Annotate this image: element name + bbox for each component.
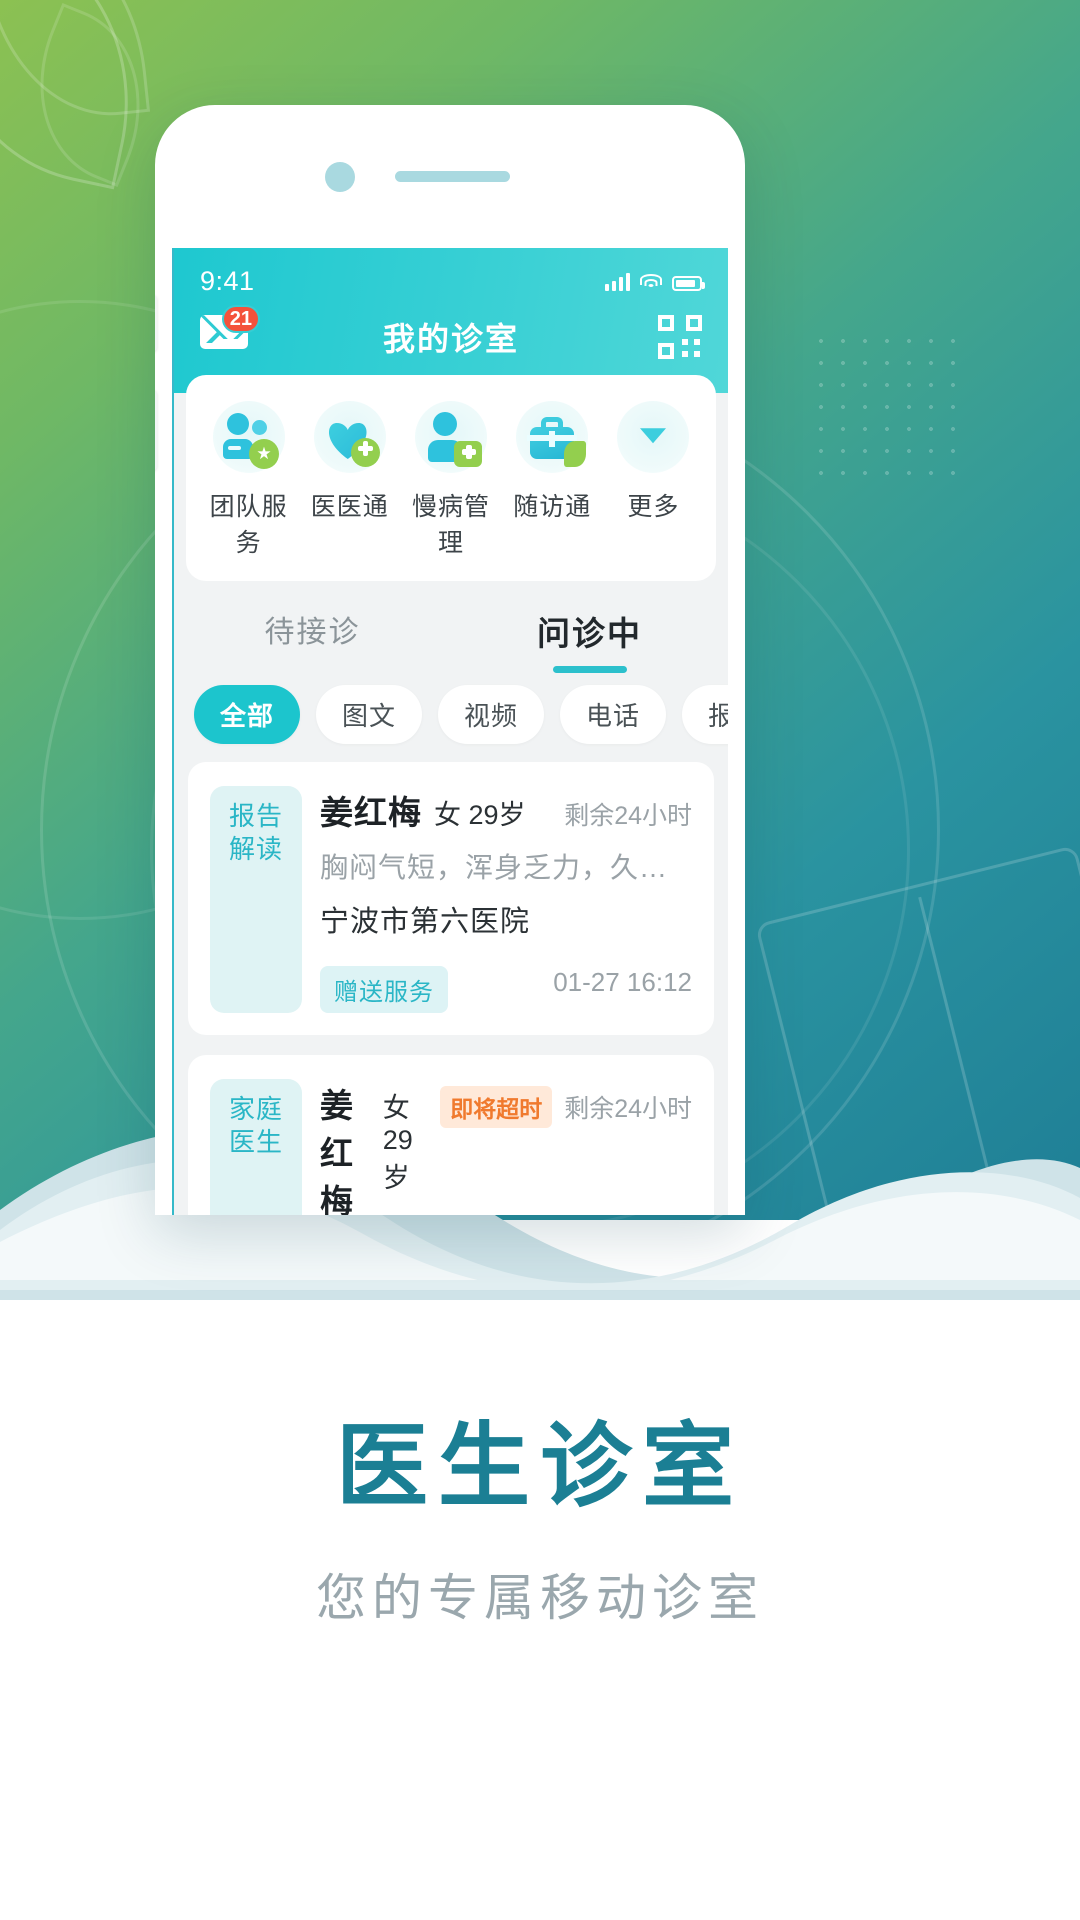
gift-service-badge: 赠送服务 [320, 966, 448, 1013]
consult-card[interactable]: 报告 解读 姜红梅 女 29岁 剩余24小时 胸闷气短，浑身乏力，久治不愈，长.… [188, 762, 714, 1035]
quick-actions-card: ★ 团队服务 医医通 慢病管理 随访通 更多 [186, 375, 716, 581]
filter-chip-report[interactable]: 报告 [682, 685, 728, 744]
consult-card-body: 姜红梅 女 29岁 即将超时 剩余24小时 22-05-04 15:00 20分… [320, 1079, 692, 1215]
symptom-text: 胸闷气短，浑身乏力，久治不愈，长... [320, 852, 692, 883]
speaker-grille [395, 171, 510, 182]
consult-tabs: 待接诊 问诊中 [174, 581, 728, 673]
tab-active-indicator [552, 666, 627, 673]
tab-pending[interactable]: 待接诊 [174, 607, 451, 673]
tag-line: 家庭 [228, 1094, 283, 1124]
app-screen: 9:41 21 我的诊室 ★ 团队服务 医医通 慢病管理 随访通 更多 待接诊 … [172, 248, 728, 1215]
quick-action-yiyitong[interactable]: 医医通 [299, 401, 400, 559]
signal-bars-icon [605, 272, 630, 291]
quick-action-more[interactable]: 更多 [603, 401, 704, 559]
tab-label: 问诊中 [537, 615, 642, 652]
app-header: 9:41 21 我的诊室 [174, 248, 728, 393]
quick-action-label: 随访通 [513, 493, 592, 521]
phone-mockup: 9:41 21 我的诊室 ★ 团队服务 医医通 慢病管理 随访通 更多 待接诊 … [155, 105, 745, 1215]
filter-chip-phone[interactable]: 电话 [560, 685, 667, 744]
medical-kit-icon [516, 401, 589, 473]
tab-in-consult[interactable]: 问诊中 [451, 607, 728, 673]
timestamp: 01-27 16:12 [553, 967, 692, 997]
quick-action-label: 医医通 [310, 493, 389, 521]
mail-button[interactable]: 21 [200, 305, 260, 359]
status-time: 9:41 [200, 266, 255, 296]
patient-row: 姜红梅 女 29岁 剩余24小时 [320, 786, 692, 834]
heart-plus-icon [313, 401, 386, 473]
patient-meta: 女 29岁 [382, 1093, 413, 1193]
consult-type-tag: 家庭 医生 [210, 1079, 302, 1215]
chronic-care-icon [415, 401, 487, 473]
patient-name: 姜红梅 [320, 794, 422, 831]
consult-card[interactable]: 家庭 医生 姜红梅 女 29岁 即将超时 剩余24小时 22-05-04 15:… [188, 1055, 714, 1215]
remaining-time: 剩余24小时 [564, 1095, 692, 1123]
qr-code-icon[interactable] [658, 315, 702, 359]
card-footer: 赠送服务 01-27 16:12 [320, 952, 692, 1013]
navigation-bar: 21 我的诊室 [174, 303, 728, 365]
consult-card-body: 姜红梅 女 29岁 剩余24小时 胸闷气短，浑身乏力，久治不愈，长... 宁波市… [320, 786, 692, 1013]
status-icons [605, 272, 705, 291]
patient-row: 姜红梅 女 29岁 即将超时 剩余24小时 [320, 1079, 692, 1215]
quick-action-chronic-care[interactable]: 慢病管理 [400, 401, 501, 559]
hospital-name: 宁波市第六医院 [320, 906, 531, 938]
phone-side-button [155, 390, 157, 470]
wifi-icon [640, 273, 662, 291]
consult-type-tag: 报告 解读 [210, 786, 302, 1013]
patient-name: 姜红梅 [320, 1087, 354, 1215]
camera-dot [325, 162, 355, 192]
status-badge: 即将超时 [440, 1086, 553, 1128]
status-bar: 9:41 [174, 248, 728, 303]
promo-title: 医生诊室 [335, 1415, 744, 1518]
filter-chips: 全部 图文 视频 电话 报告 专科 [174, 673, 728, 762]
promo-subtitle: 您的专属移动诊室 [316, 1570, 764, 1626]
chevron-down-icon [617, 401, 690, 473]
consult-list: 报告 解读 姜红梅 女 29岁 剩余24小时 胸闷气短，浑身乏力，久治不愈，长.… [174, 762, 728, 1215]
filter-chip-all[interactable]: 全部 [194, 685, 301, 744]
battery-icon [672, 275, 705, 291]
patient-meta: 女 29岁 [434, 800, 526, 830]
tag-line: 解读 [228, 833, 283, 864]
promo-block: 医生诊室 您的专属移动诊室 [0, 1415, 1080, 1630]
tab-label: 待接诊 [264, 616, 361, 649]
quick-action-label: 慢病管理 [412, 493, 491, 557]
phone-side-button [155, 295, 157, 351]
quick-action-followup[interactable]: 随访通 [502, 401, 603, 559]
phone-notch [155, 162, 745, 192]
dot-grid-pattern [810, 330, 960, 480]
mail-badge: 21 [221, 305, 260, 333]
quick-action-team-service[interactable]: ★ 团队服务 [198, 401, 299, 559]
filter-chip-text[interactable]: 图文 [316, 685, 423, 744]
quick-action-label: 更多 [627, 493, 680, 521]
tag-line: 报告 [228, 801, 283, 831]
team-service-icon: ★ [212, 401, 285, 473]
remaining-time: 剩余24小时 [564, 802, 692, 830]
quick-action-label: 团队服务 [209, 493, 288, 557]
tag-line: 医生 [228, 1126, 283, 1157]
filter-chip-video[interactable]: 视频 [438, 685, 545, 744]
